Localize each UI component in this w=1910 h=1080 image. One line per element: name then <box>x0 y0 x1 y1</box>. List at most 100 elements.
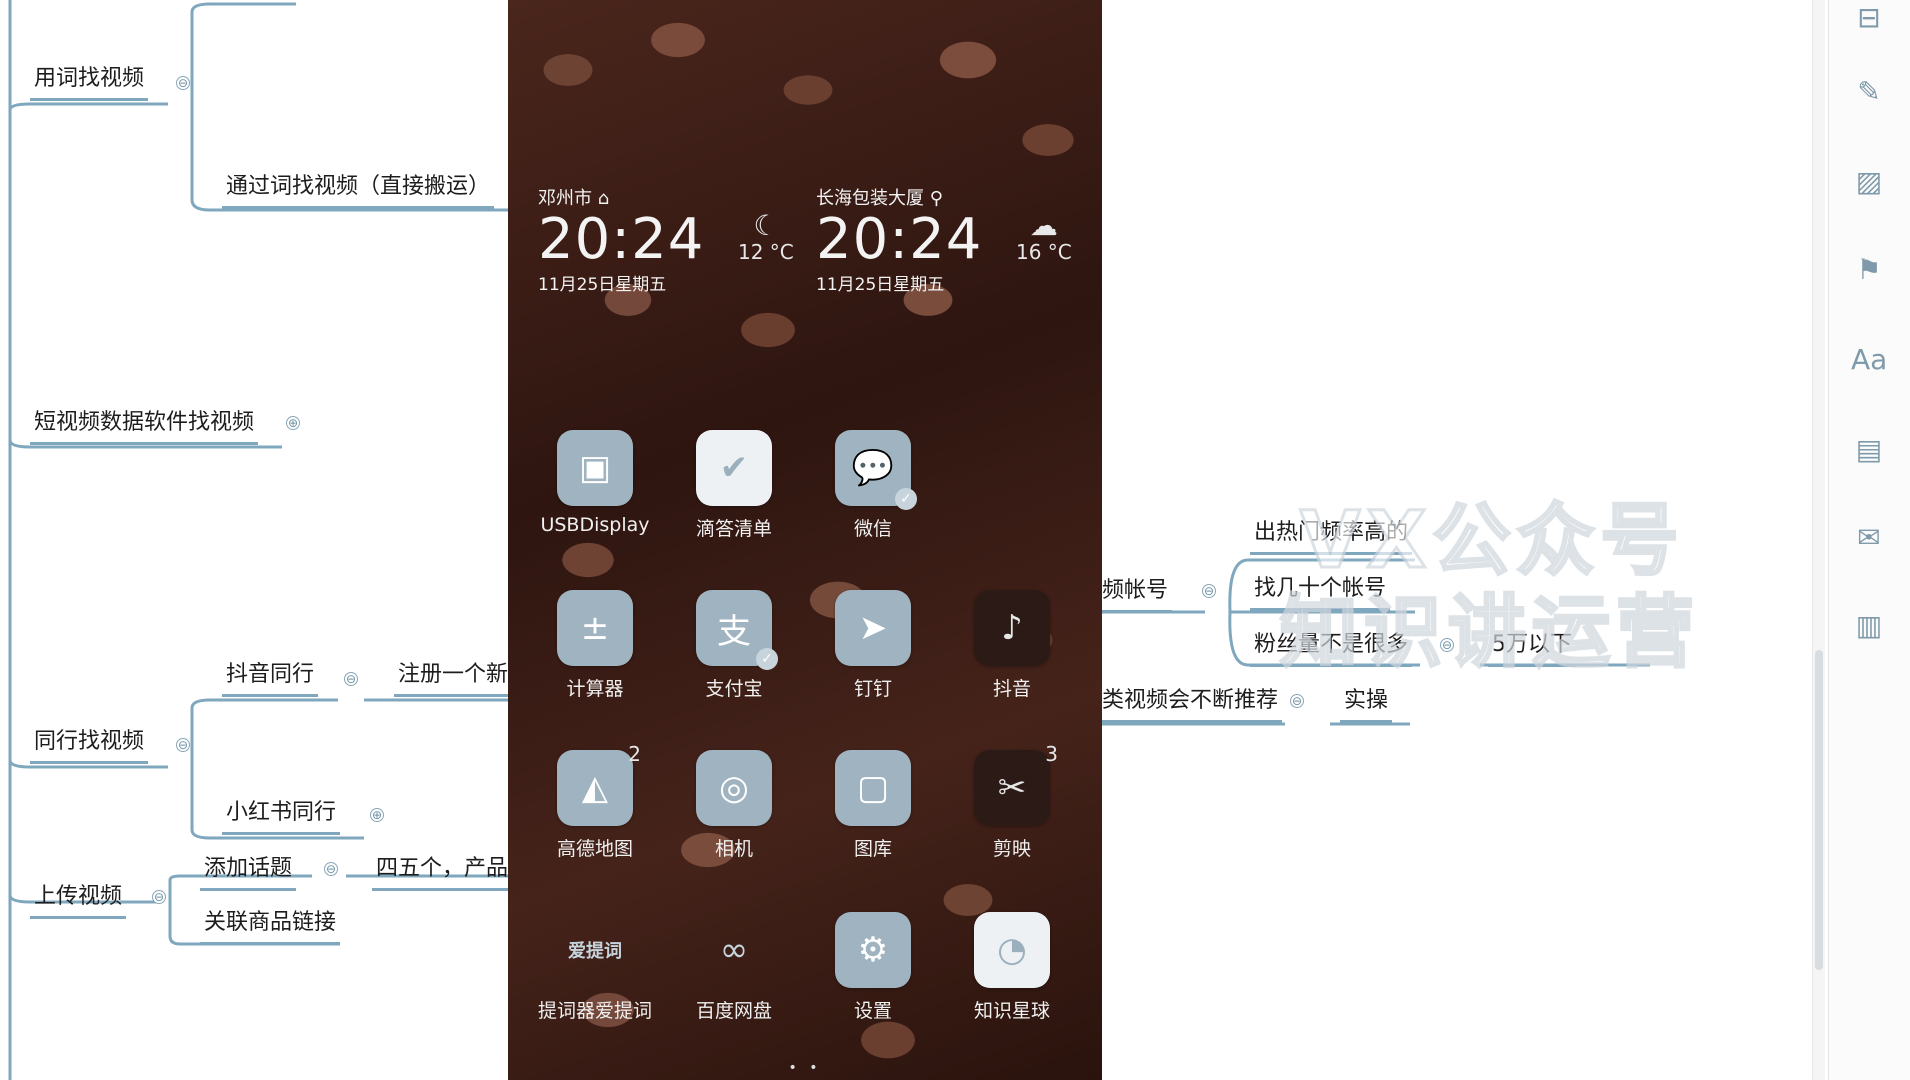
wechat-icon: 💬 ✓ <box>835 430 917 510</box>
app-douyin[interactable]: ♪ 抖音 <box>952 590 1072 701</box>
shield-icon: ✓ <box>756 648 778 670</box>
node-douyin-peer[interactable]: 抖音同行 <box>222 660 319 697</box>
app-dida[interactable]: ✔ 滴答清单 <box>674 430 794 541</box>
app-label: 剪映 <box>992 838 1031 860</box>
map-icon: ◭ 2 <box>557 742 641 826</box>
app-label: 计算器 <box>566 678 624 700</box>
collapse-toggle[interactable]: ⊖ <box>176 76 190 90</box>
teleprompter-icon-text: 爱提词 <box>568 941 622 962</box>
node-register-new[interactable]: 注册一个新 <box>394 660 513 697</box>
node-practice[interactable]: 实操 <box>1340 686 1393 723</box>
capcut-icon: ✂ 3 <box>974 742 1058 826</box>
comment-icon[interactable]: ✉ <box>1851 520 1887 556</box>
clipboard-icon[interactable]: ▥ <box>1851 608 1887 644</box>
collapse-toggle[interactable]: ⊖ <box>1202 584 1216 598</box>
expand-toggle[interactable]: ⊕ <box>370 808 384 822</box>
expand-toggle[interactable]: ⊕ <box>286 416 300 430</box>
brush-icon[interactable]: ✎ <box>1851 74 1887 110</box>
moon-icon: ☾ <box>753 209 779 242</box>
badge-count: 2 <box>628 742 641 766</box>
teleprompter-icon: 爱提词 <box>557 912 633 988</box>
gallery-icon: ▢ <box>835 750 911 826</box>
app-gallery[interactable]: ▢ 图库 <box>813 750 933 861</box>
tiktok-icon: ♪ <box>974 590 1050 666</box>
page-indicator: • • <box>788 1060 822 1076</box>
app-label: 图库 <box>853 838 892 860</box>
app-label: 支付宝 <box>705 678 763 700</box>
phone-screen-mirror[interactable]: 邓州市 ⌂ 20:24 11月25日星期五 ☾ 12 °C 长海包装大厦 ⚲ 2… <box>508 0 1102 1080</box>
clock2-date: 11月25日星期五 <box>816 275 945 295</box>
node-via-words[interactable]: 通过词找视频（直接搬运） <box>222 172 495 209</box>
flag-icon[interactable]: ⚑ <box>1851 252 1887 288</box>
layout-icon[interactable]: ⊟ <box>1851 0 1887 36</box>
app-capcut[interactable]: ✂ 3 剪映 <box>952 742 1072 861</box>
collapse-toggle[interactable]: ⊖ <box>152 890 166 904</box>
node-peer[interactable]: 同行找视频 <box>30 727 149 764</box>
node-video-account[interactable]: 频帐号 <box>1098 576 1173 613</box>
app-label: 百度网盘 <box>695 1000 772 1022</box>
weather-widget-1: ☾ 12 °C <box>738 209 794 265</box>
app-settings[interactable]: ⚙ 设置 <box>813 912 933 1023</box>
app-zsxq[interactable]: ◔ 知识星球 <box>952 912 1072 1023</box>
app-camera[interactable]: ◎ 相机 <box>674 750 794 861</box>
cloud-drive-icon: ∞ <box>719 930 749 970</box>
app-calculator[interactable]: ± 计算器 <box>535 590 655 701</box>
app-label: 微信 <box>853 518 892 540</box>
node-link-product[interactable]: 关联商品链接 <box>200 908 341 945</box>
app-label: 知识星球 <box>973 1000 1050 1022</box>
clock2-city: 长海包装大厦 <box>816 188 924 209</box>
camera-icon: ◎ <box>696 750 772 826</box>
text-style-icon[interactable]: Aa <box>1851 342 1887 378</box>
cloud-moon-icon: ☁ <box>1029 209 1058 242</box>
usb-display-icon: ▣ <box>557 430 633 506</box>
clock-widget-1[interactable]: 邓州市 ⌂ 20:24 11月25日星期五 <box>538 184 704 295</box>
node-add-topic[interactable]: 添加话题 <box>200 854 297 891</box>
app-amap[interactable]: ◭ 2 高德地图 <box>535 742 655 861</box>
settings-icon: ⚙ <box>835 912 911 988</box>
check-icon: ✔ <box>696 430 772 506</box>
node-data-software[interactable]: 短视频数据软件找视频 <box>30 408 259 445</box>
node-xiaohongshu-peer[interactable]: 小红书同行 <box>222 798 341 835</box>
vertical-scrollbar[interactable] <box>1812 0 1825 1080</box>
app-usbdisplay[interactable]: ▣ USBDisplay <box>535 430 655 536</box>
app-baidu-netdisk[interactable]: ∞ 百度网盘 <box>674 912 794 1023</box>
app-label: 提词器爱提词 <box>537 1000 652 1022</box>
document-icon[interactable]: ▤ <box>1851 432 1887 468</box>
collapse-toggle[interactable]: ⊖ <box>176 738 190 752</box>
shield-icon: ✓ <box>895 488 917 510</box>
app-label: 滴答清单 <box>695 518 772 540</box>
node-four-five[interactable]: 四五个，产品 <box>372 854 513 891</box>
collapse-toggle[interactable]: ⊖ <box>344 672 358 686</box>
clock1-temp: 12 °C <box>738 240 794 264</box>
collapse-toggle[interactable]: ⊖ <box>324 862 338 876</box>
clock1-date: 11月25日星期五 <box>538 275 667 295</box>
clock1-time: 20:24 <box>538 207 705 272</box>
location-pin-icon: ⚲ <box>929 188 943 209</box>
app-label: 设置 <box>853 1000 892 1022</box>
app-label: 高德地图 <box>556 838 633 860</box>
home-icon: ⌂ <box>597 188 610 209</box>
app-teleprompter[interactable]: 爱提词 提词器爱提词 <box>535 912 655 1023</box>
node-keep-recommend[interactable]: 类视频会不断推荐 <box>1098 686 1283 723</box>
watermark-line2: 知识讲运营 <box>1278 587 1701 680</box>
alipay-icon: 支 ✓ <box>696 590 778 670</box>
clock-widget-2[interactable]: 长海包装大厦 ⚲ 20:24 11月25日星期五 <box>816 184 982 295</box>
app-dingtalk[interactable]: ➤ 钉钉 <box>813 590 933 701</box>
app-alipay[interactable]: 支 ✓ 支付宝 <box>674 590 794 701</box>
right-toolbar: ⊟ ✎ ▨ ⚑ Aa ▤ ✉ ▥ <box>1828 0 1910 1080</box>
app-wechat[interactable]: 💬 ✓ 微信 <box>813 430 933 541</box>
app-label: 钉钉 <box>853 678 892 700</box>
clock1-city: 邓州市 <box>538 188 592 209</box>
clock2-time: 20:24 <box>816 207 983 272</box>
planet-icon: ◔ <box>974 912 1050 988</box>
node-find-by-words[interactable]: 用词找视频 <box>30 64 149 101</box>
image-icon[interactable]: ▨ <box>1851 164 1887 200</box>
clock2-temp: 16 °C <box>1016 240 1072 264</box>
app-label: USBDisplay <box>540 514 650 536</box>
node-upload[interactable]: 上传视频 <box>30 882 127 919</box>
app-label: 相机 <box>714 838 753 860</box>
app-label: 抖音 <box>992 678 1031 700</box>
collapse-toggle[interactable]: ⊖ <box>1290 694 1304 708</box>
dingtalk-icon: ➤ <box>835 590 911 666</box>
scrollbar-thumb[interactable] <box>1815 650 1823 970</box>
